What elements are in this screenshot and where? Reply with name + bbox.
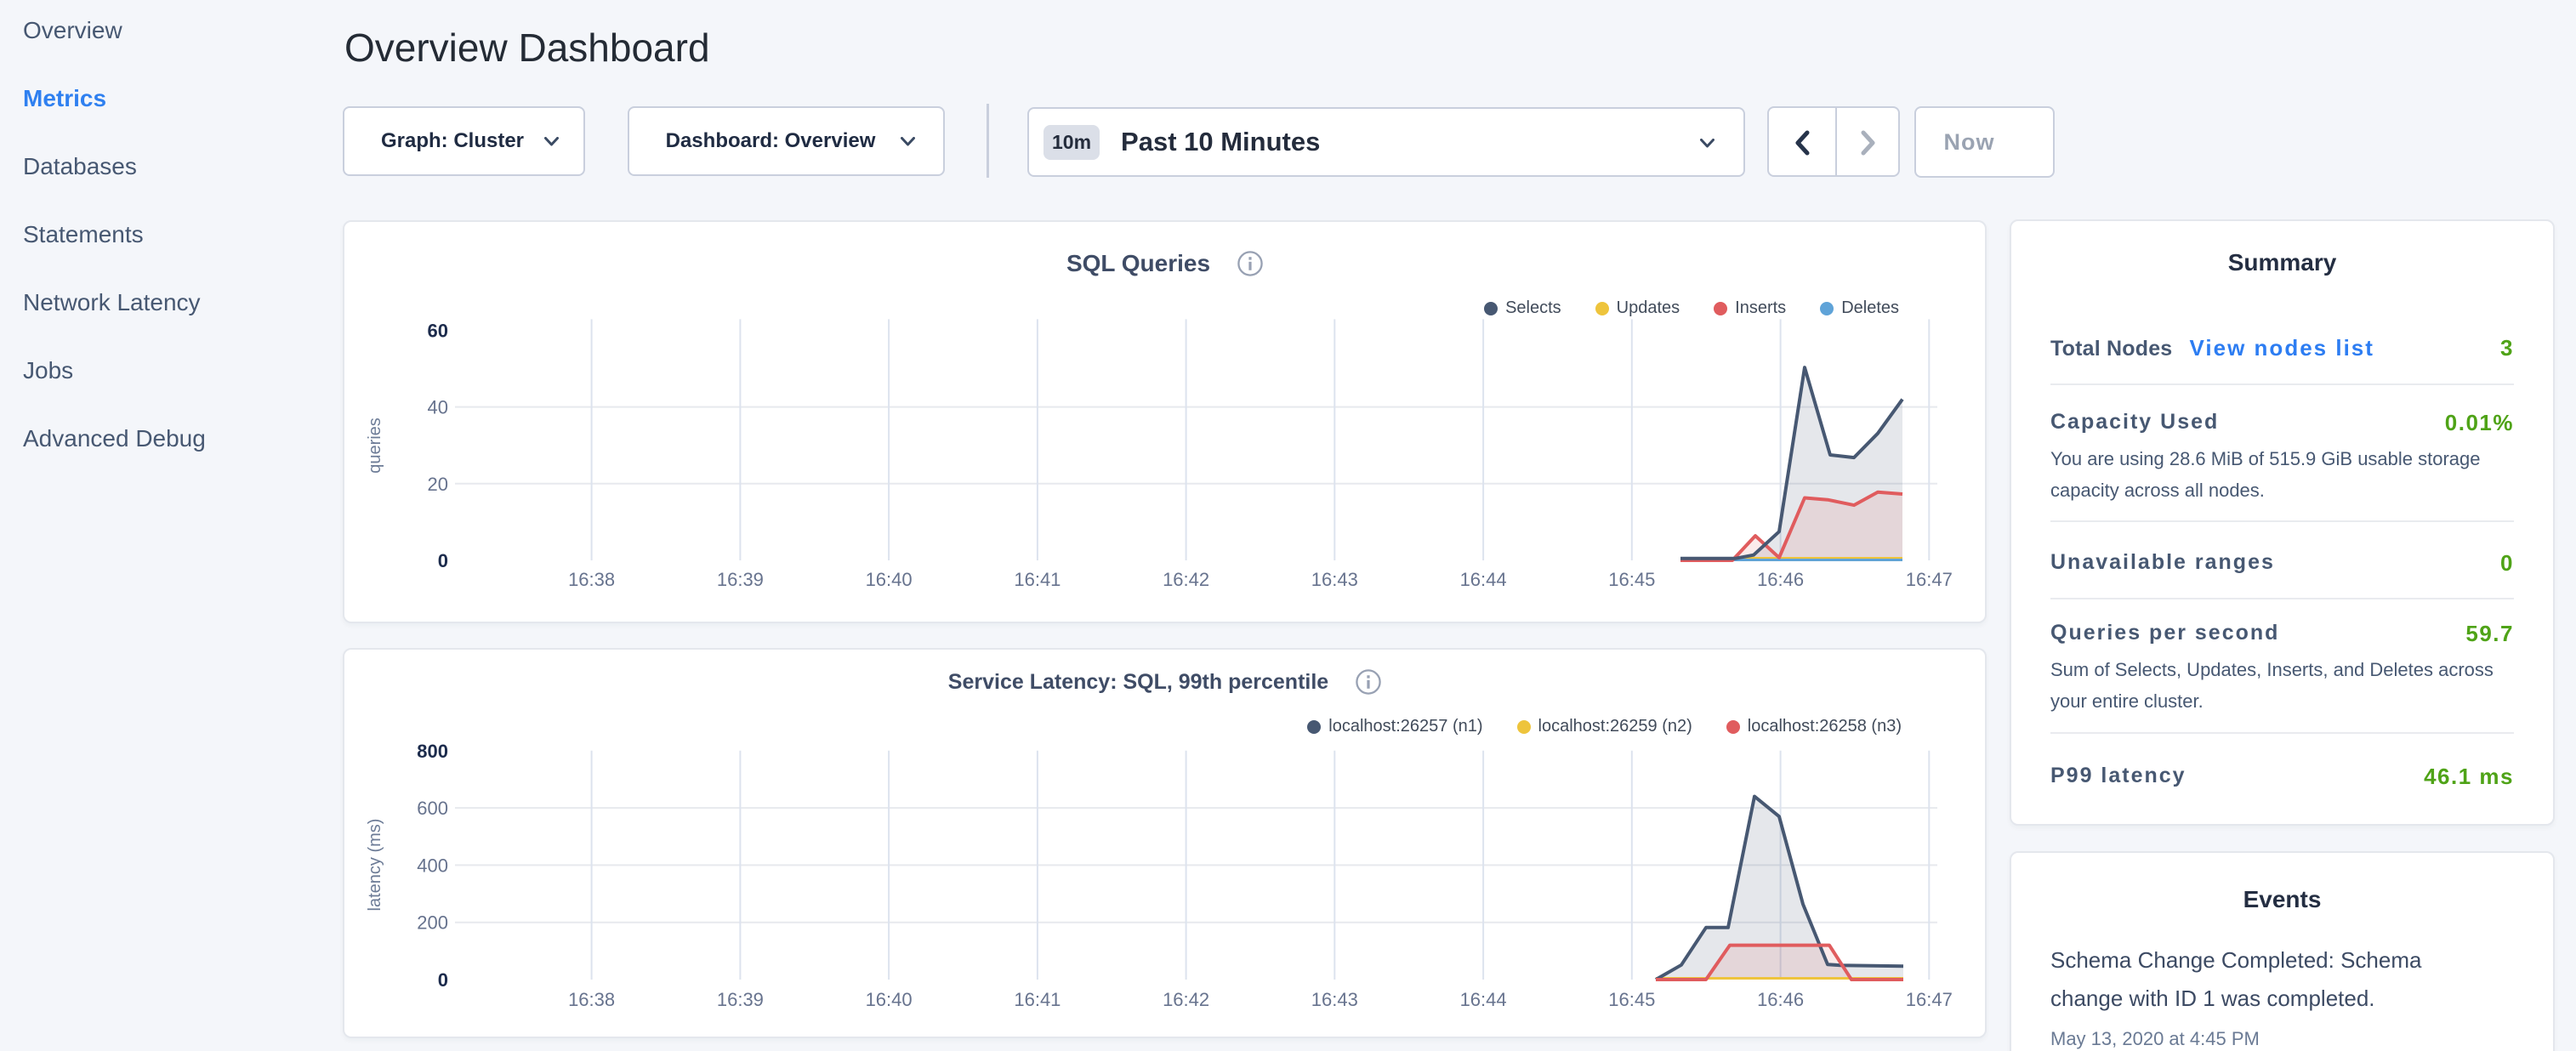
svg-text:600: 600 <box>417 798 448 819</box>
svg-text:16:42: 16:42 <box>1163 569 1209 590</box>
svg-text:16:47: 16:47 <box>1906 989 1953 1010</box>
svg-text:16:41: 16:41 <box>1014 989 1061 1010</box>
svg-text:16:45: 16:45 <box>1608 989 1655 1010</box>
svg-text:16:45: 16:45 <box>1608 569 1655 590</box>
svg-text:16:44: 16:44 <box>1460 569 1507 590</box>
svg-text:16:39: 16:39 <box>717 569 764 590</box>
svg-text:16:46: 16:46 <box>1757 989 1804 1010</box>
svg-text:16:40: 16:40 <box>866 989 913 1010</box>
svg-text:0: 0 <box>438 969 448 991</box>
svg-text:16:47: 16:47 <box>1906 569 1953 590</box>
svg-text:16:44: 16:44 <box>1460 989 1507 1010</box>
svg-text:16:38: 16:38 <box>568 569 615 590</box>
svg-text:60: 60 <box>428 320 448 341</box>
svg-text:0: 0 <box>438 550 448 571</box>
svg-text:16:38: 16:38 <box>568 989 615 1010</box>
svg-text:16:41: 16:41 <box>1014 569 1061 590</box>
svg-text:200: 200 <box>417 912 448 934</box>
svg-text:16:39: 16:39 <box>717 989 764 1010</box>
svg-text:40: 40 <box>428 397 448 418</box>
svg-text:queries: queries <box>366 418 384 474</box>
svg-text:16:46: 16:46 <box>1757 569 1804 590</box>
svg-text:16:43: 16:43 <box>1311 569 1358 590</box>
svg-text:latency (ms): latency (ms) <box>366 819 384 912</box>
svg-text:800: 800 <box>417 741 448 762</box>
svg-text:16:40: 16:40 <box>866 569 913 590</box>
svg-text:400: 400 <box>417 855 448 876</box>
svg-text:16:42: 16:42 <box>1163 989 1209 1010</box>
svg-text:16:43: 16:43 <box>1311 989 1358 1010</box>
svg-text:20: 20 <box>428 474 448 495</box>
